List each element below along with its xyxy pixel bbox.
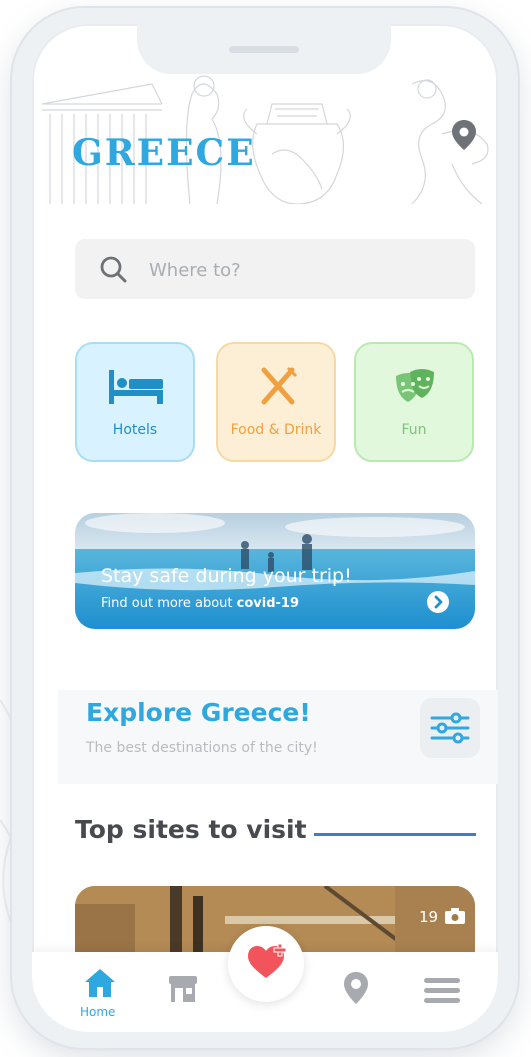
top-sites-title: Top sites to visit [75, 815, 307, 844]
banner-arrow-button[interactable] [427, 591, 449, 613]
phone-screen: GREECE Hotels [32, 24, 498, 1032]
fork-knife-icon [261, 366, 298, 405]
banner-subtitle: Find out more about covid-19 [101, 596, 299, 611]
covid-banner[interactable]: Stay safe during your trip! Find out mor… [75, 513, 475, 629]
banner-title: Stay safe during your trip! [101, 565, 352, 587]
bed-icon [109, 370, 163, 404]
photo-count: 19 [419, 908, 439, 926]
heart-plus-icon [248, 944, 287, 978]
banner-subtitle-text: Find out more about [101, 596, 237, 611]
map-pin-icon[interactable] [344, 972, 368, 1004]
explore-subtitle: The best destinations of the city! [86, 740, 318, 756]
page-title: GREECE [72, 132, 256, 174]
speaker-grille [229, 46, 299, 53]
storefront-icon[interactable] [167, 974, 199, 1004]
search-icon [100, 256, 127, 283]
menu-icon[interactable] [424, 978, 460, 1004]
sliders-icon [430, 712, 470, 744]
category-label: Fun [401, 422, 427, 438]
explore-section: Explore Greece! The best destinations of… [58, 690, 498, 784]
theater-masks-icon [396, 369, 434, 402]
category-food-drink[interactable]: Food & Drink [216, 342, 336, 462]
header: GREECE [32, 64, 498, 204]
nav-home-label[interactable]: Home [80, 1005, 115, 1019]
category-fun[interactable]: Fun [354, 342, 474, 462]
explore-title: Explore Greece! [86, 698, 311, 727]
section-divider [314, 833, 476, 836]
search-input[interactable] [147, 253, 451, 287]
home-icon[interactable] [84, 968, 116, 998]
camera-icon [445, 908, 465, 924]
banner-subtitle-highlight: covid-19 [236, 596, 299, 611]
phone-frame: GREECE Hotels [12, 8, 518, 1048]
filter-button[interactable] [420, 698, 480, 758]
chevron-right-icon [434, 595, 443, 609]
category-hotels[interactable]: Hotels [75, 342, 195, 462]
category-label: Hotels [112, 422, 158, 438]
location-pin-icon[interactable] [452, 120, 476, 150]
bottom-nav: Home [32, 926, 498, 1032]
phone-notch [137, 24, 391, 74]
favorites-button[interactable] [228, 926, 304, 1002]
search-bar[interactable] [75, 239, 475, 299]
category-label: Food & Drink [230, 422, 322, 438]
